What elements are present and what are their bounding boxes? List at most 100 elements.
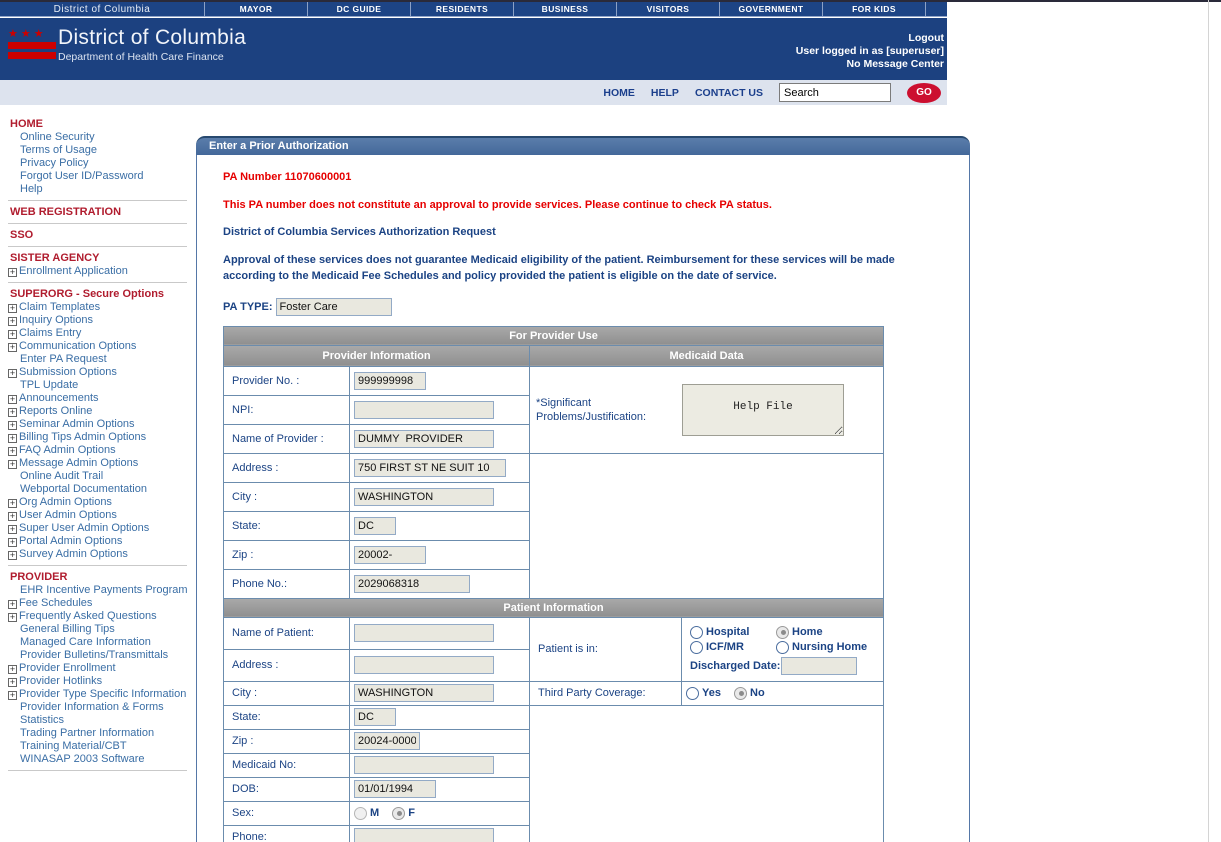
- radio-tpc-yes[interactable]: [686, 686, 699, 700]
- sidebar-item-message-admin-options[interactable]: + Message Admin Options: [8, 457, 190, 470]
- sidebar-item-claim-templates[interactable]: + Claim Templates: [8, 301, 190, 314]
- home-link[interactable]: HOME: [603, 87, 635, 99]
- sidebar-item-communication-options[interactable]: + Communication Options: [8, 340, 190, 353]
- pa-type-input[interactable]: [275, 297, 392, 316]
- sidebar-item-org-admin-options[interactable]: + Org Admin Options: [8, 496, 190, 509]
- sidebar-item-enrollment-application[interactable]: + Enrollment Application: [8, 265, 190, 278]
- sidebar-item-super-user-admin-options[interactable]: + Super User Admin Options: [8, 522, 190, 535]
- sidebar-item-faq-admin-options[interactable]: + FAQ Admin Options: [8, 444, 190, 457]
- sidebar-item-statistics[interactable]: Statistics: [8, 714, 190, 727]
- sidebar-item-fee-schedules[interactable]: + Fee Schedules: [8, 597, 190, 610]
- significant-problems-textarea[interactable]: Help File: [682, 383, 844, 436]
- sidebar-item-trading-partner-information[interactable]: Trading Partner Information: [8, 727, 190, 740]
- npi-input[interactable]: [354, 400, 494, 419]
- expand-plus-icon[interactable]: +: [8, 395, 17, 404]
- patient-name-input[interactable]: [354, 624, 494, 643]
- expand-plus-icon[interactable]: +: [8, 447, 17, 456]
- patient-zip-input[interactable]: [354, 732, 420, 751]
- patient-city-input[interactable]: [354, 684, 494, 703]
- expand-plus-icon[interactable]: +: [8, 499, 17, 508]
- sidebar-item-inquiry-options[interactable]: + Inquiry Options: [8, 314, 190, 327]
- expand-plus-icon[interactable]: +: [8, 304, 17, 313]
- sidebar-item-provider-hotlinks[interactable]: + Provider Hotlinks: [8, 675, 190, 688]
- patient-address-input[interactable]: [354, 656, 494, 675]
- expand-plus-icon[interactable]: +: [8, 330, 17, 339]
- expand-plus-icon[interactable]: +: [8, 512, 17, 521]
- expand-plus-icon[interactable]: +: [8, 613, 17, 622]
- sidebar-item-winasap-2003-software[interactable]: WINASAP 2003 Software: [8, 753, 190, 766]
- expand-plus-icon[interactable]: +: [8, 460, 17, 469]
- gov-nav-brand[interactable]: District of Columbia: [0, 2, 205, 16]
- sidebar-item-managed-care-information[interactable]: Managed Care Information: [8, 636, 190, 649]
- sidebar-item-submission-options[interactable]: + Submission Options: [8, 366, 190, 379]
- provider-no-input[interactable]: [354, 371, 426, 390]
- gov-nav-item-residents[interactable]: RESIDENTS: [411, 2, 514, 16]
- sidebar-item-survey-admin-options[interactable]: + Survey Admin Options: [8, 548, 190, 561]
- expand-plus-icon[interactable]: +: [8, 600, 17, 609]
- sidebar-item-training-material-cbt[interactable]: Training Material/CBT: [8, 740, 190, 753]
- discharged-date-input[interactable]: [781, 656, 858, 675]
- sidebar-item-tpl-update[interactable]: TPL Update: [8, 379, 190, 392]
- provider-city-input[interactable]: [354, 487, 494, 506]
- gov-nav-item-government[interactable]: GOVERNMENT: [720, 2, 823, 16]
- provider-zip-input[interactable]: [354, 545, 426, 564]
- expand-plus-icon[interactable]: +: [8, 369, 17, 378]
- sidebar-item-online-audit-trail[interactable]: Online Audit Trail: [8, 470, 190, 483]
- gov-nav-item-business[interactable]: BUSINESS: [514, 2, 617, 16]
- provider-address-input[interactable]: [354, 458, 506, 477]
- sidebar-item-webportal-documentation[interactable]: Webportal Documentation: [8, 483, 190, 496]
- sidebar-item-provider-bulletins-transmittals[interactable]: Provider Bulletins/Transmittals: [8, 649, 190, 662]
- sidebar-item-ehr-incentive-payments-program[interactable]: EHR Incentive Payments Program: [8, 584, 190, 597]
- expand-plus-icon[interactable]: +: [8, 525, 17, 534]
- expand-plus-icon[interactable]: +: [8, 421, 17, 430]
- expand-plus-icon[interactable]: +: [8, 343, 17, 352]
- patient-phone-input[interactable]: [354, 828, 494, 842]
- expand-plus-icon[interactable]: +: [8, 551, 17, 560]
- expand-plus-icon[interactable]: +: [8, 665, 17, 674]
- expand-plus-icon[interactable]: +: [8, 678, 17, 687]
- patient-state-input[interactable]: [354, 708, 396, 727]
- sidebar-item-online-security[interactable]: Online Security: [8, 131, 190, 144]
- provider-state-input[interactable]: [354, 516, 396, 535]
- logout-link[interactable]: Logout: [908, 32, 944, 44]
- provider-name-input[interactable]: [354, 429, 494, 448]
- expand-plus-icon[interactable]: +: [8, 434, 17, 443]
- radio-icfmr[interactable]: [690, 640, 703, 654]
- expand-plus-icon[interactable]: +: [8, 268, 17, 277]
- sidebar-item-forgot-user-id-password[interactable]: Forgot User ID/Password: [8, 170, 190, 183]
- sidebar-item-provider-enrollment[interactable]: + Provider Enrollment: [8, 662, 190, 675]
- go-button[interactable]: GO: [907, 82, 941, 103]
- sidebar-item-seminar-admin-options[interactable]: + Seminar Admin Options: [8, 418, 190, 431]
- message-center-link[interactable]: No Message Center: [847, 58, 944, 70]
- gov-nav-item-mayor[interactable]: MAYOR: [205, 2, 308, 16]
- expand-plus-icon[interactable]: +: [8, 408, 17, 417]
- sidebar-item-frequently-asked-questions[interactable]: + Frequently Asked Questions: [8, 610, 190, 623]
- radio-sex-m[interactable]: [354, 806, 367, 820]
- radio-hospital[interactable]: [690, 625, 703, 639]
- gov-nav-item-for-kids[interactable]: FOR KIDS: [823, 2, 926, 16]
- radio-tpc-no[interactable]: [734, 686, 748, 700]
- sidebar-item-user-admin-options[interactable]: + User Admin Options: [8, 509, 190, 522]
- sidebar-item-provider-information-forms[interactable]: Provider Information & Forms: [8, 701, 190, 714]
- help-link[interactable]: HELP: [651, 87, 679, 99]
- provider-phone-input[interactable]: [354, 574, 470, 593]
- dob-input[interactable]: [354, 780, 436, 799]
- radio-sex-f[interactable]: [392, 806, 406, 820]
- sidebar-item-help[interactable]: Help: [8, 183, 190, 196]
- sidebar-item-terms-of-usage[interactable]: Terms of Usage: [8, 144, 190, 157]
- sidebar-item-portal-admin-options[interactable]: + Portal Admin Options: [8, 535, 190, 548]
- contact-us-link[interactable]: CONTACT US: [695, 87, 763, 99]
- expand-plus-icon[interactable]: +: [8, 691, 17, 700]
- sidebar-item-enter-pa-request[interactable]: Enter PA Request: [8, 353, 190, 366]
- gov-nav-item-dc-guide[interactable]: DC GUIDE: [308, 2, 411, 16]
- sidebar-item-claims-entry[interactable]: + Claims Entry: [8, 327, 190, 340]
- gov-nav-item-visitors[interactable]: VISITORS: [617, 2, 720, 16]
- medicaid-no-input[interactable]: [354, 756, 494, 775]
- sidebar-item-general-billing-tips[interactable]: General Billing Tips: [8, 623, 190, 636]
- search-input[interactable]: [779, 83, 891, 102]
- sidebar-item-announcements[interactable]: + Announcements: [8, 392, 190, 405]
- sidebar-item-provider-type-specific-information[interactable]: + Provider Type Specific Information: [8, 688, 190, 701]
- sidebar-item-billing-tips-admin-options[interactable]: + Billing Tips Admin Options: [8, 431, 190, 444]
- sidebar-item-reports-online[interactable]: + Reports Online: [8, 405, 190, 418]
- sidebar-item-privacy-policy[interactable]: Privacy Policy: [8, 157, 190, 170]
